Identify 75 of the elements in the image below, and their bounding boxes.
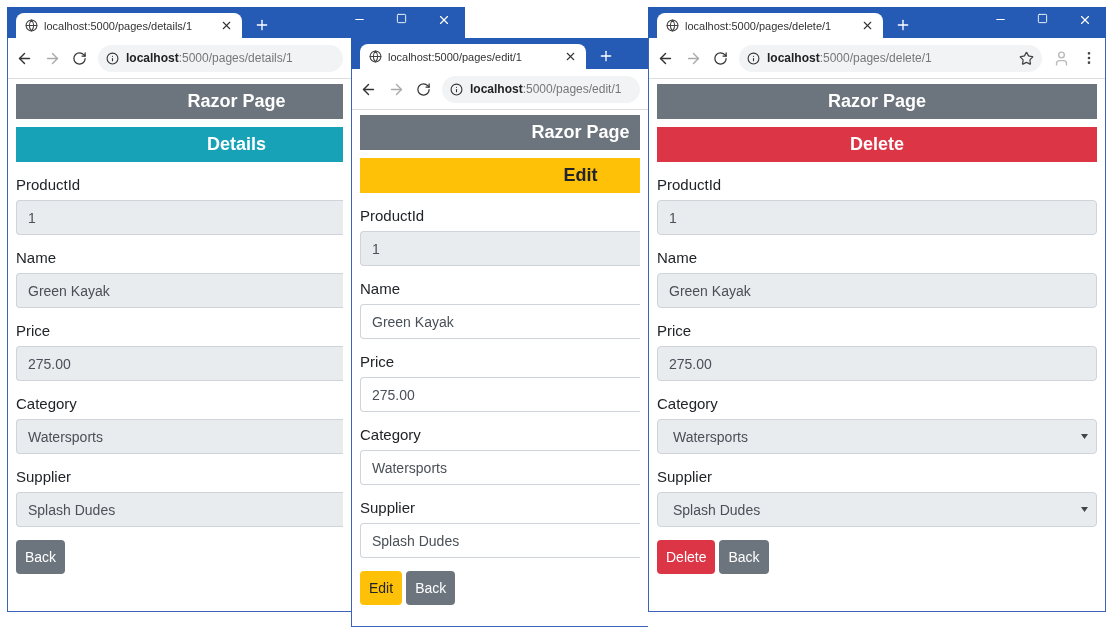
- info-icon: [450, 82, 463, 96]
- page-header: Razor Page: [16, 84, 343, 119]
- address-bar[interactable]: localhost:5000/pages/edit/1: [442, 75, 640, 103]
- globe-icon: [666, 19, 679, 32]
- input-field[interactable]: Green Kayak: [360, 304, 640, 339]
- input-field[interactable]: 1: [360, 231, 640, 266]
- browser-tab[interactable]: localhost:5000/pages/delete/1: [657, 13, 883, 38]
- field-label: Name: [16, 249, 57, 266]
- info-icon: [106, 51, 119, 65]
- new-tab-icon[interactable]: [254, 17, 270, 33]
- input-field[interactable]: Watersports: [16, 419, 343, 454]
- field-label: ProductId: [360, 207, 426, 224]
- field-label: Name: [657, 249, 698, 266]
- field-label: Name: [360, 280, 401, 297]
- action-button[interactable]: Back: [719, 540, 769, 574]
- page-banner: Edit: [360, 158, 640, 193]
- field-label: Price: [657, 322, 693, 339]
- input-field[interactable]: 275.00: [16, 346, 343, 381]
- field-label: Category: [360, 426, 422, 443]
- reload-icon[interactable]: [416, 81, 431, 97]
- page-header: Razor Page: [360, 115, 640, 150]
- input-field[interactable]: Splash Dudes: [16, 492, 343, 527]
- maximize-icon[interactable]: [1037, 13, 1048, 24]
- field-label: ProductId: [657, 176, 723, 193]
- caret-icon: [1081, 507, 1088, 512]
- reload-icon[interactable]: [72, 50, 87, 66]
- field-label: Supplier: [360, 499, 417, 516]
- url-text: localhost:5000/pages/delete/1: [767, 51, 933, 65]
- field-label: Supplier: [16, 468, 73, 485]
- action-button[interactable]: Back: [16, 540, 66, 574]
- input-field[interactable]: Green Kayak: [16, 273, 343, 308]
- caret-icon: [1081, 434, 1088, 439]
- close-icon[interactable]: [861, 19, 874, 32]
- action-button[interactable]: Edit: [360, 571, 403, 605]
- select-field[interactable]: Splash Dudes: [657, 492, 1097, 527]
- new-tab-icon[interactable]: [895, 17, 911, 33]
- input-field[interactable]: 275.00: [360, 377, 640, 412]
- address-bar[interactable]: localhost:5000/pages/details/1: [98, 44, 343, 72]
- close-icon[interactable]: [564, 50, 577, 63]
- input-field[interactable]: 1: [657, 200, 1097, 235]
- close-icon[interactable]: [220, 19, 233, 32]
- input-field[interactable]: Watersports: [360, 450, 640, 485]
- close-icon[interactable]: [437, 13, 451, 27]
- select-field[interactable]: Watersports: [657, 419, 1097, 454]
- action-button[interactable]: Back: [406, 571, 456, 605]
- browser-tab[interactable]: localhost:5000/pages/edit/1: [360, 44, 586, 69]
- input-field[interactable]: 1: [16, 200, 343, 235]
- input-field[interactable]: Splash Dudes: [360, 523, 640, 558]
- url-text: localhost:5000/pages/edit/1: [470, 82, 623, 96]
- field-label: Price: [360, 353, 396, 370]
- field-label: ProductId: [16, 176, 82, 193]
- address-bar[interactable]: localhost:5000/pages/delete/1: [739, 44, 1042, 72]
- action-button[interactable]: Delete: [657, 540, 716, 574]
- url-text: localhost:5000/pages/details/1: [126, 51, 294, 65]
- field-label: Category: [657, 395, 719, 412]
- page-banner: Delete: [657, 127, 1097, 162]
- reload-icon[interactable]: [713, 50, 728, 66]
- new-tab-icon[interactable]: [598, 48, 614, 64]
- tab-title: localhost:5000/pages/delete/1: [685, 19, 833, 32]
- tab-title: localhost:5000/pages/edit/1: [388, 50, 523, 63]
- star-icon[interactable]: [1019, 50, 1034, 66]
- field-label: Price: [16, 322, 52, 339]
- maximize-icon[interactable]: [396, 13, 407, 24]
- page-banner: Details: [16, 127, 343, 162]
- field-label: Supplier: [657, 468, 714, 485]
- info-icon: [747, 51, 760, 65]
- globe-icon: [369, 50, 382, 63]
- input-field[interactable]: Green Kayak: [657, 273, 1097, 308]
- tab-title: localhost:5000/pages/details/1: [44, 19, 193, 32]
- browser-tab[interactable]: localhost:5000/pages/details/1: [16, 13, 242, 38]
- page-header: Razor Page: [657, 84, 1097, 119]
- globe-icon: [25, 19, 38, 32]
- close-icon[interactable]: [1078, 13, 1092, 27]
- input-field[interactable]: 275.00: [657, 346, 1097, 381]
- field-label: Category: [16, 395, 78, 412]
